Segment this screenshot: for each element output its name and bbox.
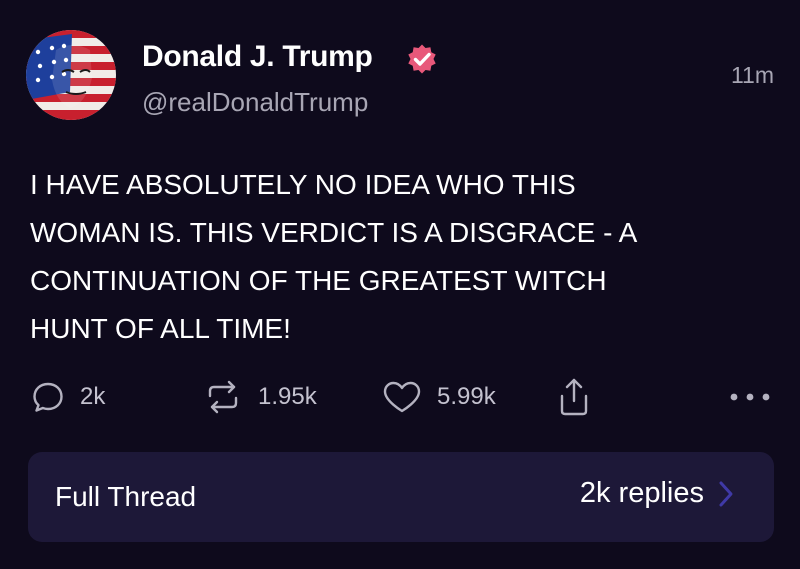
more-icon bbox=[730, 393, 770, 401]
like-count: 5.99k bbox=[437, 383, 496, 410]
action-bar: 2k 1.95k 5.99k bbox=[0, 372, 800, 422]
author-handle[interactable]: @realDonaldTrump bbox=[142, 87, 368, 118]
repost-count: 1.95k bbox=[258, 383, 317, 410]
post-card: Donald J. Trump @realDonaldTrump 11m I H… bbox=[0, 0, 800, 569]
thread-replies: 2k replies bbox=[580, 477, 734, 510]
avatar-image bbox=[26, 30, 116, 120]
author-display-name[interactable]: Donald J. Trump bbox=[142, 40, 373, 74]
post-text: I HAVE ABSOLUTELY NO IDEA WHO THIS WOMAN… bbox=[30, 169, 638, 344]
full-thread-label: Full Thread bbox=[55, 481, 197, 512]
chevron-right-icon bbox=[719, 481, 733, 506]
thread-reply-count: 2k replies bbox=[579, 477, 704, 509]
post-timestamp: 11m bbox=[730, 62, 774, 88]
share-icon bbox=[560, 378, 588, 416]
share-button[interactable] bbox=[556, 372, 592, 422]
heart-icon bbox=[383, 381, 421, 413]
reply-button[interactable]: 2k bbox=[30, 372, 105, 422]
repost-icon bbox=[208, 380, 238, 414]
reply-count: 2k bbox=[80, 383, 106, 410]
verified-badge-icon bbox=[408, 44, 436, 74]
comment-icon bbox=[33, 382, 63, 412]
like-button[interactable]: 5.99k bbox=[381, 372, 496, 422]
full-thread-bar[interactable]: Full Thread 2k replies bbox=[28, 452, 774, 542]
repost-button[interactable]: 1.95k bbox=[202, 372, 317, 422]
more-options-button[interactable] bbox=[728, 372, 772, 422]
avatar[interactable] bbox=[26, 30, 116, 120]
